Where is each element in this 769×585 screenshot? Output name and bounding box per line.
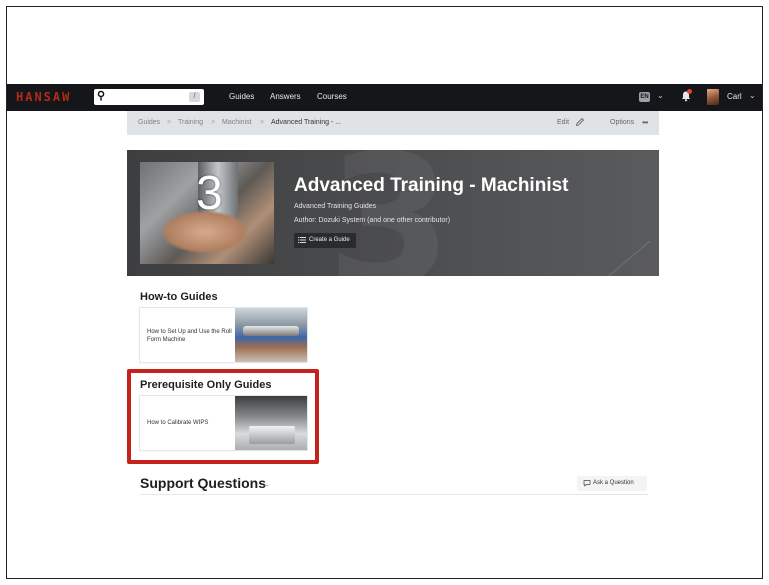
chevron-right-icon: > [260, 119, 265, 126]
chevron-right-icon: > [167, 119, 172, 126]
avatar[interactable] [707, 89, 719, 105]
howto-guides-heading: How-to Guides [140, 291, 218, 303]
brand-logo[interactable]: HANSAW [16, 90, 71, 104]
top-navbar: HANSAW ⚲ / Guides Answers Courses EN ⌄ C… [7, 84, 762, 111]
hero-image: 3 [140, 162, 274, 264]
arrow-right-icon[interactable]: → [261, 479, 270, 489]
guide-card[interactable]: How to Set Up and Use the Roll Form Mach… [140, 308, 307, 362]
highlight-annotation [127, 369, 319, 464]
breadcrumb-item-guides[interactable]: Guides [138, 119, 160, 126]
ask-question-label: Ask a Question [593, 480, 634, 486]
hero-author: Author: Dozuki System (and one other con… [294, 217, 451, 224]
nav-link-courses[interactable]: Courses [317, 92, 347, 101]
ask-question-button[interactable]: Ask a Question [577, 476, 647, 491]
nav-link-guides[interactable]: Guides [229, 92, 254, 101]
hero-banner: 3 3 Advanced Training - Machinist Advanc… [127, 150, 659, 276]
options-button[interactable]: Options [610, 119, 634, 126]
chevron-right-icon: > [211, 119, 216, 126]
language-selector[interactable]: EN [639, 92, 650, 102]
support-questions-heading[interactable]: Support Questions [140, 475, 266, 491]
speech-bubble-icon [583, 480, 591, 487]
hero-watermark: 3 [327, 150, 453, 276]
hero-decoration [603, 240, 651, 276]
edit-button[interactable]: Edit [557, 119, 569, 126]
breadcrumb: Guides > Training > Machinist > Advanced… [127, 111, 659, 135]
create-guide-button[interactable]: Create a Guide [294, 233, 356, 248]
search-input[interactable]: ⚲ / [94, 89, 204, 105]
breadcrumb-item-current: Advanced Training - ... [271, 119, 342, 126]
breadcrumb-item-machinist[interactable]: Machinist [222, 119, 252, 126]
chevron-down-icon[interactable]: ⌄ [657, 91, 664, 100]
notification-badge [687, 89, 692, 94]
user-name[interactable]: Carl [727, 92, 742, 101]
hero-subtitle[interactable]: Advanced Training Guides [294, 203, 376, 210]
page-title: Advanced Training - Machinist [294, 175, 569, 196]
chevron-down-icon[interactable]: ⌄ [749, 91, 756, 100]
search-shortcut-key: / [189, 92, 200, 102]
breadcrumb-item-training[interactable]: Training [178, 119, 203, 126]
guide-card-title: How to Set Up and Use the Roll Form Mach… [147, 329, 232, 343]
more-dots-icon[interactable]: ••• [642, 118, 648, 127]
screenshot-frame: HANSAW ⚲ / Guides Answers Courses EN ⌄ C… [6, 6, 763, 579]
create-guide-label: Create a Guide [309, 237, 350, 243]
list-icon [298, 237, 306, 243]
divider [140, 494, 648, 495]
guide-thumbnail [235, 308, 307, 362]
hero-image-number: 3 [196, 167, 223, 220]
nav-link-answers[interactable]: Answers [270, 92, 301, 101]
pencil-icon[interactable] [575, 117, 585, 127]
guide-thumbnail-roller [243, 326, 299, 336]
search-icon: ⚲ [97, 90, 106, 102]
